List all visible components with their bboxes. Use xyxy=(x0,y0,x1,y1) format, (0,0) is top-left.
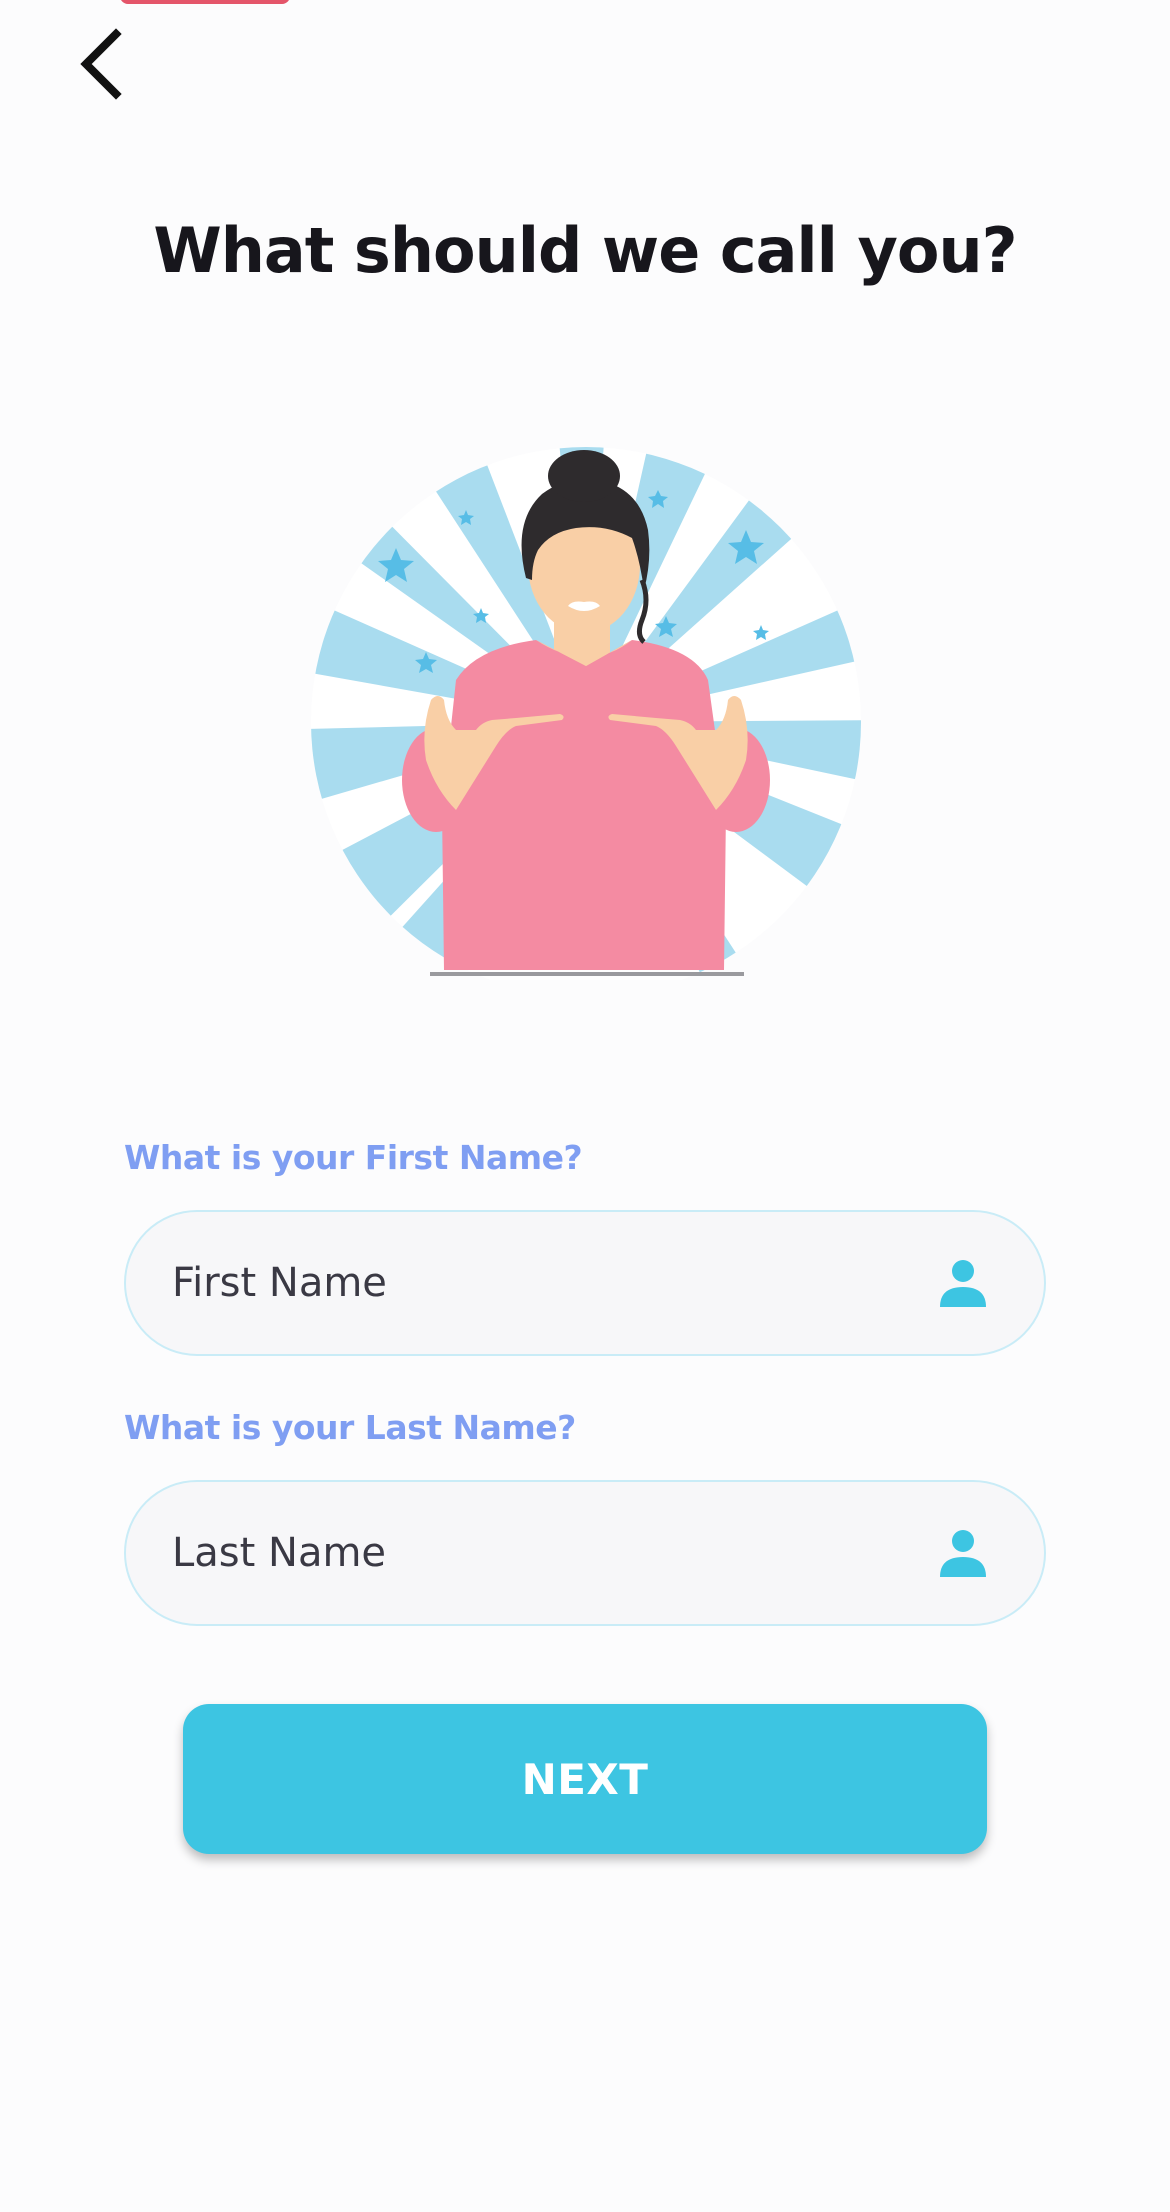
last-name-field[interactable] xyxy=(124,1480,1046,1626)
first-name-field[interactable] xyxy=(124,1210,1046,1356)
last-name-input[interactable] xyxy=(172,1482,932,1624)
user-icon xyxy=(940,1260,986,1307)
page-title: What should we call you? xyxy=(153,214,1017,287)
first-name-label: What is your First Name? xyxy=(124,1138,583,1177)
first-name-input[interactable] xyxy=(172,1212,932,1354)
user-icon xyxy=(940,1530,986,1577)
last-name-label: What is your Last Name? xyxy=(124,1408,576,1447)
back-button[interactable] xyxy=(62,22,142,102)
next-button[interactable]: NEXT xyxy=(183,1704,987,1854)
status-indicator xyxy=(120,0,290,4)
chevron-left-icon xyxy=(80,28,122,100)
person-pointing-illustration xyxy=(311,447,861,980)
